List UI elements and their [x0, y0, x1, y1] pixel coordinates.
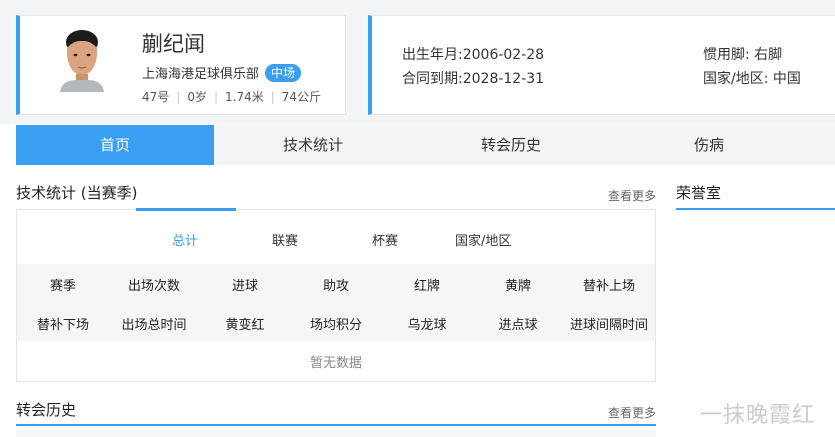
tab-stats[interactable]: 技术统计 [214, 125, 412, 165]
player-card: 蒯纪闻 上海海港足球俱乐部 中场 47号 | 0岁 | 1.74米 | 74公斤 [16, 15, 346, 115]
stat-header-season: 赛季 [49, 279, 76, 294]
stat-header-second-yellow: 黄变红 [225, 318, 265, 333]
birth-date-label: 出生年月: [402, 47, 463, 63]
country-label: 国家/地区: [703, 71, 769, 87]
subtab-league[interactable]: 联赛 [272, 230, 298, 249]
birth-date-item: 出生年月:2006-02-28 [402, 44, 544, 64]
player-age: 0岁 [187, 90, 207, 104]
honor-section-title: 荣誉室 [676, 184, 722, 202]
subtab-cup[interactable]: 杯赛 [372, 230, 398, 249]
stat-header-sub-off: 替补下场 [36, 318, 89, 333]
club-line: 上海海港足球俱乐部 中场 [142, 63, 302, 82]
player-name: 蒯纪闻 [142, 32, 205, 56]
stat-header-assists: 助攻 [322, 279, 349, 294]
transfer-table-header [16, 430, 656, 437]
preferred-foot-value: 右脚 [754, 47, 783, 63]
subtab-national[interactable]: 国家/地区 [455, 230, 511, 249]
birth-date-value: 2006-02-28 [462, 47, 545, 63]
preferred-foot-item: 惯用脚: 右脚 [703, 44, 782, 64]
meta-divider: | [270, 90, 275, 104]
main-tabs: 首页 技术统计 转会历史 伤病 [16, 125, 835, 165]
stat-header-goals: 进球 [231, 279, 258, 294]
meta-divider: | [176, 90, 181, 104]
stat-header-avg-points: 场均积分 [309, 318, 362, 333]
transfer-section-title: 转会历史 [16, 401, 77, 419]
transfer-title-underline [16, 424, 656, 426]
stat-header-appearances: 出场次数 [127, 279, 180, 294]
watermark-text: 一抹晚霞红 [700, 403, 816, 428]
honor-title-underline [676, 208, 835, 210]
player-info-card: 出生年月:2006-02-28 合同到期:2028-12-31 惯用脚: 右脚 … [368, 15, 835, 115]
club-name[interactable]: 上海海港足球俱乐部 [142, 67, 259, 82]
player-meta: 47号 | 0岁 | 1.74米 | 74公斤 [142, 88, 321, 105]
preferred-foot-label: 惯用脚: [703, 47, 750, 63]
player-height: 1.74米 [225, 90, 264, 104]
contract-label: 合同到期: [402, 71, 463, 87]
stat-header-penalty-goals: 进点球 [498, 318, 538, 333]
stat-header-yellow-cards: 黄牌 [504, 279, 531, 294]
stats-header-grid: 赛季 出场次数 进球 助攻 红牌 黄牌 替补上场 替补下场 出场总时间 黄变红 … [17, 264, 655, 341]
meta-divider: | [213, 90, 219, 104]
country-item: 国家/地区: 中国 [703, 68, 801, 88]
contract-item: 合同到期:2028-12-31 [402, 68, 544, 88]
stats-empty-message: 暂无数据 [309, 356, 362, 371]
position-badge: 中场 [265, 64, 302, 82]
transfer-more-link[interactable]: 查看更多 [608, 404, 656, 421]
stats-divider [16, 209, 656, 210]
stat-header-sub-on: 替补上场 [582, 279, 635, 294]
tab-transfers[interactable]: 转会历史 [412, 125, 610, 165]
tab-injuries[interactable]: 伤病 [610, 125, 808, 165]
shirt-number: 47号 [142, 90, 170, 104]
stat-header-goal-interval: 进球间隔时间 [569, 318, 648, 333]
country-value: 中国 [772, 71, 801, 87]
stats-more-link[interactable]: 查看更多 [608, 187, 656, 204]
stat-header-minutes: 出场总时间 [121, 318, 187, 333]
stats-section-title: 技术统计 (当赛季) [16, 184, 138, 202]
stats-title-underline [136, 208, 236, 211]
stat-header-red-cards: 红牌 [413, 279, 440, 294]
tab-home[interactable]: 首页 [16, 125, 214, 165]
stat-header-own-goals: 乌龙球 [407, 318, 447, 333]
subtab-total[interactable]: 总计 [172, 230, 198, 249]
player-avatar [60, 30, 104, 92]
player-weight: 74公斤 [281, 90, 322, 104]
contract-value: 2028-12-31 [462, 71, 545, 87]
